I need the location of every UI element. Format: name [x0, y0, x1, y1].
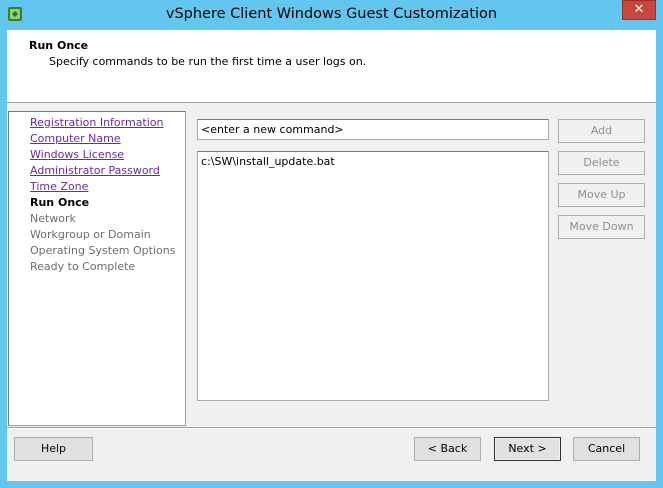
title-bar[interactable]: vSphere Client Windows Guest Customizati…: [0, 0, 663, 30]
move-up-button[interactable]: Move Up: [558, 183, 645, 207]
nav-item-operating-system-options: Operating System Options: [30, 244, 176, 257]
client-area: Run Once Specify commands to be run the …: [7, 30, 656, 481]
nav-item-network: Network: [30, 212, 76, 225]
nav-item-run-once: Run Once: [30, 196, 90, 209]
nav-item-computer-name[interactable]: Computer Name: [9, 131, 185, 147]
next-button[interactable]: Next >: [494, 437, 561, 461]
delete-button[interactable]: Delete: [558, 151, 645, 175]
nav-item-windows-license[interactable]: Windows License: [9, 147, 185, 163]
page-title: Run Once: [29, 39, 89, 52]
nav-item-time-zone[interactable]: Time Zone: [9, 179, 185, 195]
customization-window: vSphere Client Windows Guest Customizati…: [0, 0, 663, 488]
nav-item-workgroup-or-domain: Workgroup or Domain: [30, 228, 151, 241]
page-subtitle: Specify commands to be run the first tim…: [49, 55, 367, 68]
nav-item-ready-to-complete: Ready to Complete: [30, 260, 136, 273]
nav-item-administrator-password[interactable]: Administrator Password: [9, 163, 185, 179]
move-down-button[interactable]: Move Down: [558, 215, 645, 239]
list-item[interactable]: c:\SW\install_update.bat: [201, 154, 545, 169]
back-button[interactable]: < Back: [414, 437, 481, 461]
help-button[interactable]: Help: [14, 437, 93, 461]
close-button[interactable]: ✕: [622, 0, 656, 20]
command-list[interactable]: c:\SW\install_update.bat: [197, 151, 549, 401]
nav-item-registration-information[interactable]: Registration Information: [9, 115, 185, 131]
new-command-input[interactable]: <enter a new command>: [197, 119, 549, 140]
wizard-header: Run Once Specify commands to be run the …: [7, 30, 656, 103]
footer-divider: [7, 427, 656, 429]
cancel-button[interactable]: Cancel: [573, 437, 640, 461]
window-title: vSphere Client Windows Guest Customizati…: [165, 6, 498, 22]
add-button[interactable]: Add: [558, 119, 645, 143]
wizard-step-list: Registration Information Computer Name W…: [8, 111, 186, 426]
